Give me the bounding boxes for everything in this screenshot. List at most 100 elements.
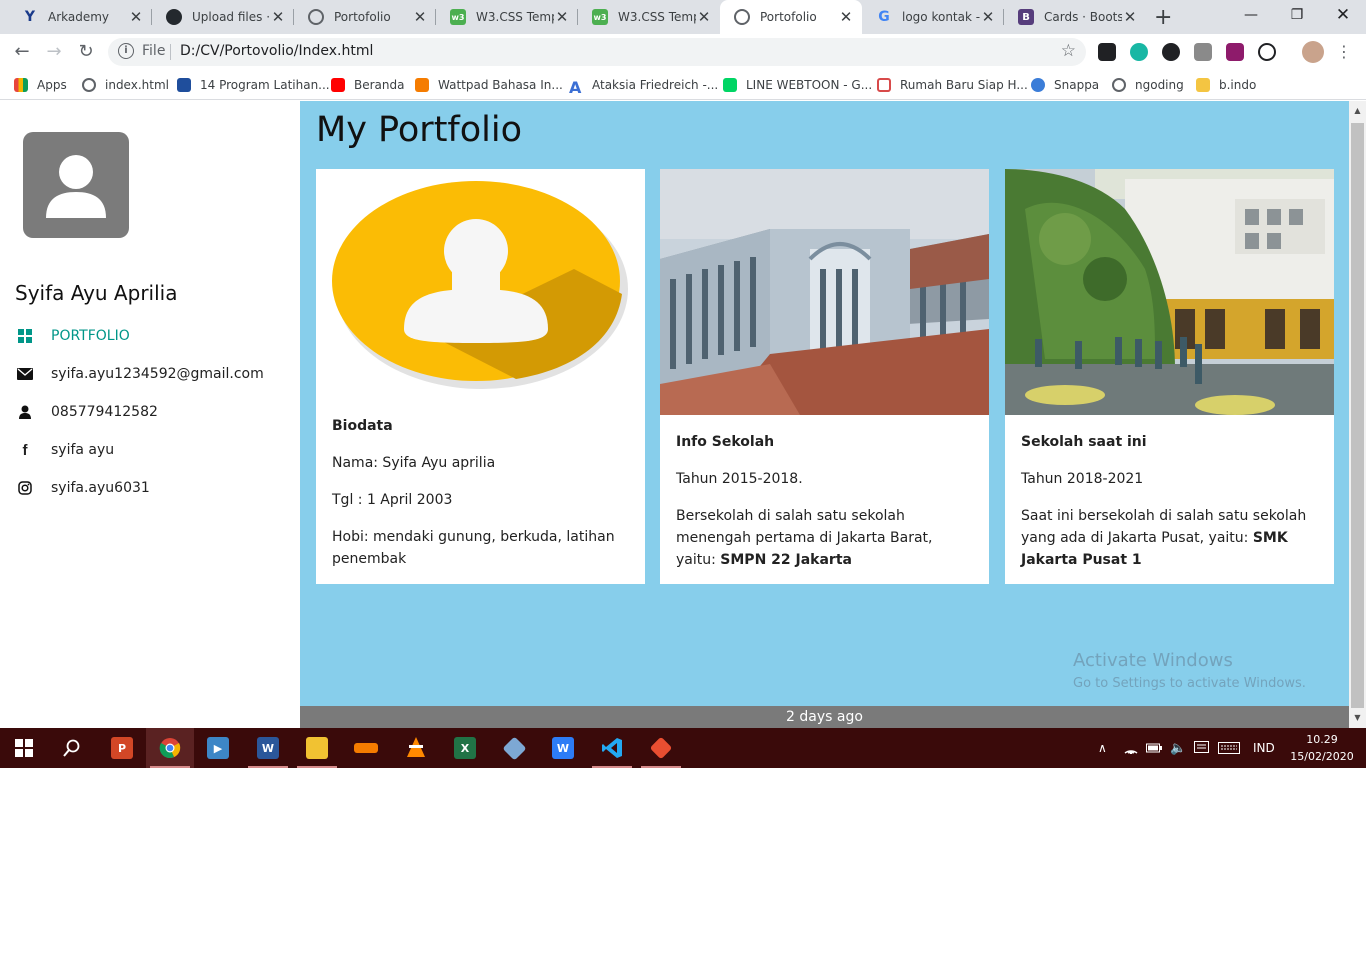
excel-icon[interactable]: X [441, 728, 489, 768]
tab-w3css-2[interactable]: w3 W3.CSS Templ ✕ [578, 0, 720, 34]
extension-x-icon[interactable] [1162, 43, 1180, 61]
address-bar[interactable]: i File D:/CV/Portovolio/Index.html ☆ [108, 38, 1086, 66]
vscode-icon[interactable] [588, 728, 636, 768]
bookmark-webtoon[interactable]: LINE WEBTOON - G... [723, 76, 872, 94]
activate-windows-subtitle: Go to Settings to activate Windows. [1073, 676, 1306, 691]
file-explorer-icon[interactable] [293, 728, 341, 768]
extension-color-icon[interactable] [1226, 43, 1244, 61]
info-icon[interactable]: i [118, 43, 134, 59]
extension-gmail-icon[interactable] [1194, 43, 1212, 61]
tab-w3css-1[interactable]: w3 W3.CSS Templ ✕ [436, 0, 578, 34]
close-tab-icon[interactable]: ✕ [412, 8, 428, 26]
close-tab-icon[interactable]: ✕ [980, 8, 996, 26]
profile-avatar-icon [23, 132, 129, 238]
w3schools-icon: w3 [592, 9, 608, 25]
bookmark-beranda[interactable]: Beranda [331, 76, 404, 94]
bootstrap-icon: B [1018, 9, 1034, 25]
reload-icon[interactable]: ↻ [74, 40, 98, 64]
bookmark-ataksia[interactable]: A Ataksia Friedreich -... [569, 76, 718, 97]
bookmark-rumah-baru[interactable]: Rumah Baru Siap H... [877, 76, 1028, 94]
github-icon [166, 9, 182, 25]
close-window-icon[interactable]: ✕ [1320, 0, 1366, 30]
notifications-icon[interactable] [1194, 728, 1209, 768]
netbeans-icon[interactable] [490, 728, 538, 768]
tab-github[interactable]: Upload files · s ✕ [152, 0, 294, 34]
bookmark-wattpad[interactable]: Wattpad Bahasa In... [415, 76, 563, 94]
facebook-icon: f [22, 441, 28, 459]
youtube-icon [331, 78, 345, 92]
close-tab-icon[interactable]: ✕ [554, 8, 570, 26]
sidebar-link-email[interactable]: syifa.ayu1234592@gmail.com [15, 363, 264, 385]
envelope-icon [15, 366, 35, 382]
wps-icon[interactable]: W [539, 728, 587, 768]
video-player-icon[interactable]: ▶ [194, 728, 242, 768]
sidebar-link-phone[interactable]: 085779412582 [15, 401, 158, 423]
extension-link-icon[interactable] [1258, 43, 1276, 61]
tab-portofolio-1[interactable]: Portofolio ✕ [294, 0, 436, 34]
google-icon: G [878, 9, 890, 25]
tab-strip: Y Arkademy ✕ Upload files · s ✕ Portofol… [0, 0, 1366, 34]
mobile-app-icon[interactable] [342, 728, 390, 768]
sidebar-link-instagram[interactable]: syifa.ayu6031 [15, 477, 150, 499]
bookmark-bindo[interactable]: b.indo [1196, 76, 1256, 94]
folder-icon [1196, 78, 1210, 92]
bookmark-program-latihan[interactable]: 14 Program Latihan... [177, 76, 330, 94]
scroll-down-icon[interactable]: ▼ [1349, 710, 1366, 726]
word-icon[interactable]: W [244, 728, 292, 768]
volume-icon[interactable]: 🔈 [1170, 728, 1186, 768]
close-tab-icon[interactable]: ✕ [270, 8, 286, 26]
card-text: Tahun 2018-2021 [1021, 471, 1144, 487]
git-icon[interactable] [637, 728, 685, 768]
tab-google[interactable]: G logo kontak - ✕ [862, 0, 1004, 34]
extension-trello-icon[interactable] [1098, 43, 1116, 61]
sidebar: Syifa Ayu Aprilia PORTFOLIO syifa.ayu123… [0, 101, 300, 728]
close-tab-icon[interactable]: ✕ [128, 8, 144, 26]
close-tab-icon[interactable]: ✕ [1122, 8, 1138, 26]
tab-arkademy[interactable]: Y Arkademy ✕ [8, 0, 152, 34]
extension-m-icon[interactable] [1130, 43, 1148, 61]
bookmark-ngoding[interactable]: ngoding [1112, 76, 1184, 94]
keyboard-icon[interactable] [1218, 728, 1240, 768]
sidebar-link-facebook[interactable]: f syifa ayu [15, 439, 115, 461]
bookmark-snappa[interactable]: Snappa [1031, 76, 1099, 94]
sidebar-link-portfolio[interactable]: PORTFOLIO [15, 325, 130, 347]
close-tab-icon[interactable]: ✕ [838, 8, 854, 26]
search-icon[interactable] [48, 728, 96, 768]
battery-icon[interactable] [1146, 728, 1162, 768]
scroll-up-icon[interactable]: ▲ [1349, 103, 1366, 119]
forward-icon[interactable]: → [42, 40, 66, 64]
smp-building-photo [660, 169, 989, 415]
page-scrollbar[interactable]: ▲ ▼ [1349, 101, 1366, 728]
page-title: My Portfolio [316, 110, 523, 150]
vlc-icon[interactable] [392, 728, 440, 768]
back-icon[interactable]: ← [10, 40, 34, 64]
bookmark-apps[interactable]: Apps [14, 76, 67, 94]
wifi-icon[interactable] [1124, 728, 1138, 768]
bookmark-star-icon[interactable]: ☆ [1061, 41, 1076, 61]
profile-avatar[interactable] [1302, 41, 1324, 63]
windows-start-icon[interactable] [0, 728, 48, 768]
close-tab-icon[interactable]: ✕ [696, 8, 712, 26]
apps-grid-icon [14, 78, 28, 92]
card-text: Hobi: mendaki gunung, berkuda, latihan p… [332, 529, 615, 567]
bookmark-index[interactable]: index.html [82, 76, 169, 94]
bookmark-site-icon [177, 78, 191, 92]
restore-icon[interactable]: ❐ [1274, 0, 1320, 30]
portfolio-card-biodata: Biodata Nama: Syifa Ayu aprilia Tgl : 1 … [316, 169, 645, 584]
menu-dots-icon[interactable]: ⋮ [1332, 40, 1356, 64]
scrollbar-thumb[interactable] [1351, 123, 1364, 708]
minimize-icon[interactable]: — [1228, 0, 1274, 30]
card-text: Bersekolah di salah satu sekolah menenga… [676, 508, 933, 568]
tray-expand-icon[interactable]: ∧ [1098, 728, 1107, 768]
language-indicator[interactable]: IND [1253, 728, 1275, 768]
page-footer: 2 days ago [300, 706, 1349, 728]
house-icon [877, 78, 891, 92]
new-tab-icon[interactable]: + [1154, 5, 1172, 30]
tab-bootstrap[interactable]: B Cards · Bootstr ✕ [1004, 0, 1146, 34]
wattpad-icon [415, 78, 429, 92]
owner-name: Syifa Ayu Aprilia [15, 281, 178, 305]
tab-portofolio-active[interactable]: Portofolio ✕ [720, 0, 862, 34]
taskbar-clock[interactable]: 10.29 15/02/2020 [1282, 731, 1362, 765]
powerpoint-icon[interactable]: P [98, 728, 146, 768]
chrome-icon[interactable] [146, 728, 194, 768]
